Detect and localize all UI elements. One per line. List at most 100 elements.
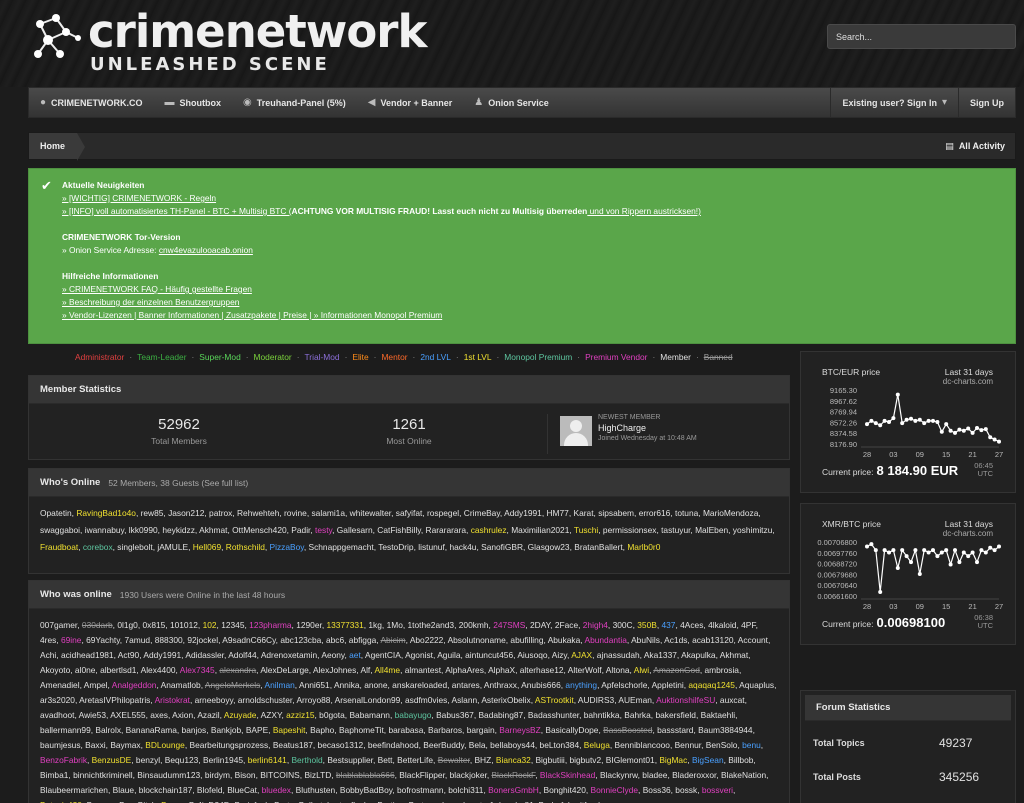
user-link[interactable]: Altona [606, 665, 630, 675]
user-link[interactable]: abufilling [510, 635, 543, 645]
user-link[interactable]: 4res [40, 635, 56, 645]
user-link[interactable]: Jason212 [168, 508, 204, 518]
user-link[interactable]: ar3s2020 [40, 695, 75, 705]
user-link[interactable]: PizzaBoy [270, 542, 304, 552]
user-link[interactable]: Appletini [652, 680, 684, 690]
user-link[interactable]: Bluthusten [296, 785, 336, 795]
search-input[interactable] [827, 24, 1016, 49]
user-link[interactable]: bladee [642, 770, 667, 780]
user-link[interactable]: axes [150, 710, 168, 720]
user-link[interactable]: alterhase12 [520, 665, 564, 675]
user-link[interactable]: Alwi [634, 665, 649, 675]
user-link[interactable]: Akhmat [720, 650, 748, 660]
user-link[interactable]: babayugo [395, 710, 432, 720]
user-link[interactable]: baumjesus [40, 740, 81, 750]
user-link[interactable]: aet [349, 650, 361, 660]
user-link[interactable]: rospegel [427, 508, 459, 518]
user-link[interactable]: Aeony [321, 650, 344, 660]
user-link[interactable]: BassBoosted [603, 725, 652, 735]
user-link[interactable]: AbuNils [631, 635, 660, 645]
user-link[interactable]: 2Face [555, 620, 578, 630]
user-link[interactable]: Billbob [728, 755, 753, 765]
user-link[interactable]: acidhead1981 [61, 650, 114, 660]
user-link[interactable]: Bett [378, 755, 393, 765]
user-link[interactable]: Addy1991 [143, 650, 181, 660]
user-link[interactable]: BasicallyDope [545, 725, 598, 735]
user-link[interactable]: salami1a [311, 508, 345, 518]
nav-item-crimenetwork[interactable]: ● CRIMENETWORK.CO [29, 88, 154, 117]
user-link[interactable]: BobbyBadBoy [340, 785, 392, 795]
user-link[interactable]: patrox [209, 508, 232, 518]
user-link[interactable]: abfigga [349, 635, 376, 645]
user-link[interactable]: Akapulka [681, 650, 715, 660]
user-link[interactable]: acab13120 [692, 635, 733, 645]
user-link[interactable]: ajnassudah [597, 650, 640, 660]
user-link[interactable]: azziz15 [286, 710, 314, 720]
user-link[interactable]: bahntikka [584, 710, 620, 720]
legend-item[interactable]: Member [655, 352, 696, 362]
user-link[interactable]: asdfm0vies [405, 695, 447, 705]
nav-item-vendor[interactable]: ◀ Vendor + Banner [357, 88, 463, 117]
user-link[interactable]: 1kg [368, 620, 382, 630]
user-link[interactable]: bossk [675, 785, 697, 795]
user-link[interactable]: beLton384 [540, 740, 580, 750]
user-link[interactable]: Gallesarn [337, 525, 373, 535]
user-link[interactable]: benzyl [136, 755, 160, 765]
user-link[interactable]: Berthold [291, 755, 322, 765]
user-link[interactable]: anskareloaded [392, 680, 447, 690]
user-link[interactable]: BonnieClyde [591, 785, 639, 795]
legend-item[interactable]: 1st LVL [459, 352, 497, 362]
user-link[interactable]: AretasIVPhilopatris [79, 695, 150, 705]
user-link[interactable]: MalEben [695, 525, 728, 535]
user-link[interactable]: bofrostmann [397, 785, 444, 795]
user-link[interactable]: lkk0990 [129, 525, 158, 535]
user-link[interactable]: bolchi311 [448, 785, 483, 795]
user-link[interactable]: Abundantia [584, 635, 626, 645]
user-link[interactable]: 0x815 [142, 620, 165, 630]
user-link[interactable]: almantest [405, 665, 441, 675]
user-link[interactable]: Blaue [113, 785, 134, 795]
user-link[interactable]: Bewalter [438, 755, 470, 765]
user-link[interactable]: aintuncut456 [465, 650, 513, 660]
user-link[interactable]: BigSean [692, 755, 724, 765]
user-link[interactable]: Azazil [197, 710, 219, 720]
nav-item-shoutbox[interactable]: ▬ Shoutbox [154, 88, 233, 117]
user-link[interactable]: Apfelschorle [601, 680, 647, 690]
user-link[interactable]: AZXY [261, 710, 282, 720]
user-link[interactable]: Adolf44 [228, 650, 256, 660]
user-link[interactable]: auxcat [720, 695, 745, 705]
user-link[interactable]: AJAX [571, 650, 592, 660]
user-link[interactable]: avadhoot [40, 710, 74, 720]
user-link[interactable]: 247SMS [493, 620, 525, 630]
user-link[interactable]: BlackRockF [491, 770, 535, 780]
user-link[interactable]: binnichtkriminell [73, 770, 133, 780]
user-link[interactable]: rovine [284, 508, 307, 518]
avatar[interactable] [560, 416, 592, 446]
user-link[interactable]: listunuf [418, 542, 445, 552]
link-th-panel[interactable]: » [INFO] voll automatisiertes TH-Panel -… [62, 206, 701, 216]
user-link[interactable]: AUEman [618, 695, 652, 705]
user-link[interactable]: 030darb [82, 620, 113, 630]
user-link[interactable]: BenzusDE [92, 755, 132, 765]
user-link[interactable]: Padir [291, 525, 310, 535]
site-logo[interactable]: crimenetwork UNLEASHED SCENE [30, 5, 430, 85]
user-link[interactable]: MarioMendoza [703, 508, 758, 518]
user-link[interactable]: Badabing87 [478, 710, 523, 720]
user-link[interactable]: anone [364, 680, 387, 690]
user-link[interactable]: Opatetin [40, 508, 72, 518]
user-link[interactable]: 101012 [170, 620, 198, 630]
legend-item[interactable]: Team-Leader [132, 352, 191, 362]
legend-item[interactable]: Moderator [249, 352, 297, 362]
user-link[interactable]: swaggaboi [40, 525, 80, 535]
user-link[interactable]: Bigbutiii [535, 755, 564, 765]
legend-item[interactable]: 2nd LVL [415, 352, 456, 362]
user-link[interactable]: Anthraxx [484, 680, 517, 690]
user-link[interactable]: Blaubeermarichen [40, 785, 108, 795]
user-link[interactable]: AuktionshilfeSU [656, 695, 715, 705]
link-faq[interactable]: » CRIMENETWORK FAQ - Häufig gestellte Fr… [62, 284, 252, 294]
user-link[interactable]: arnoldschuster [238, 695, 292, 705]
user-link[interactable]: 12345 [221, 620, 244, 630]
user-link[interactable]: Abo2222 [410, 635, 444, 645]
link-usergroups[interactable]: » Beschreibung der einzelnen Benutzergru… [62, 297, 239, 307]
user-link[interactable]: Aristokrat [155, 695, 190, 705]
